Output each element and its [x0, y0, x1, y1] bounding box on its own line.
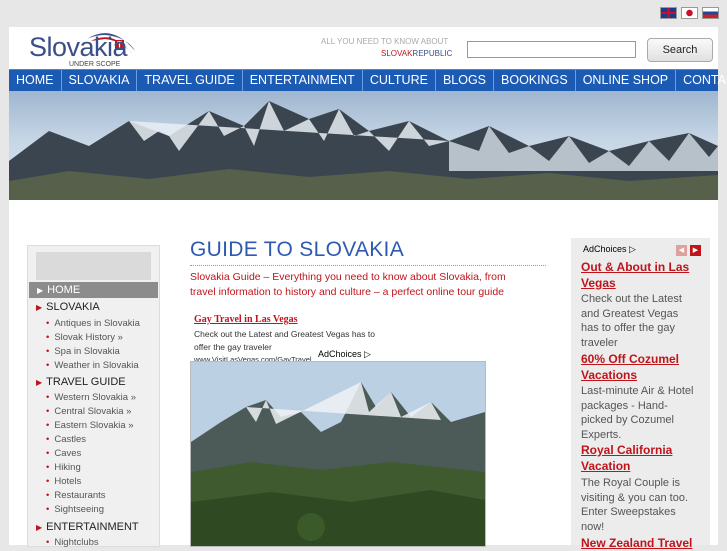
tagline-slovak: SLOVAK	[381, 49, 413, 58]
sidebar-section-label: ENTERTAINMENT	[46, 521, 139, 533]
sidebar-item[interactable]: • Hotels	[46, 476, 81, 487]
tagline-republic: REPUBLIC	[412, 49, 453, 58]
sidebar-item[interactable]: • Restaurants	[46, 490, 106, 501]
language-flags	[660, 7, 719, 19]
ad-body: The Royal Couple is visiting & you can t…	[581, 477, 689, 533]
sidebar-section-entertainment[interactable]: ▶ ENTERTAINMENT	[36, 521, 139, 533]
sidebar-item[interactable]: • Nightclubs	[46, 537, 99, 548]
logo-subtitle: UNDER SCOPE	[69, 61, 121, 68]
sidebar-item-label: Hiking	[54, 462, 81, 473]
sidebar-item-label: Sightseeing	[54, 504, 104, 515]
header: Slovakia UNDER SCOPE ALL YOU NEED TO KNO…	[9, 27, 718, 69]
bullet-icon: •	[46, 476, 50, 487]
sidebar-item-label: Weather in Slovakia	[54, 360, 139, 371]
sidebar-item-home[interactable]: ▶ HOME	[29, 282, 158, 298]
intro-text: Slovakia Guide – Everything you need to …	[190, 271, 506, 298]
ad-title-california[interactable]: Royal California Vacation	[581, 442, 701, 474]
sidebar-item-label: Nightclubs	[54, 537, 99, 548]
sidebar-section-slovakia[interactable]: ▶ SLOVAKIA	[36, 301, 100, 313]
adchoices-label[interactable]: AdChoices ▷	[583, 244, 636, 255]
english-flag-icon[interactable]	[660, 7, 677, 19]
bullet-icon: •	[46, 504, 50, 515]
sidebar-item[interactable]: • Castles	[46, 434, 86, 445]
mountain-banner	[9, 91, 718, 200]
nav-entertainment[interactable]: ENTERTAINMENT	[243, 70, 363, 91]
sidebar-item-label: Restaurants	[54, 490, 106, 501]
sidebar-item[interactable]: • Antiques in Slovakia	[46, 318, 140, 329]
search-input[interactable]	[467, 41, 636, 58]
bullet-icon: •	[46, 434, 50, 445]
ad-title-las-vegas[interactable]: Out & About in Las Vegas	[581, 259, 701, 291]
sidebar-item-label: Slovak History »	[54, 332, 123, 343]
site-logo[interactable]: Slovakia	[29, 32, 128, 63]
bullet-icon: •	[46, 462, 50, 473]
nav-culture[interactable]: CULTURE	[363, 70, 436, 91]
sidebar-item[interactable]: • Weather in Slovakia	[46, 360, 139, 371]
sidebar-item-label: Eastern Slovakia »	[54, 420, 134, 431]
bullet-icon: •	[46, 332, 50, 343]
sidebar: ▶ HOME ▶ SLOVAKIA • Antiques in Slovakia • S…	[27, 245, 160, 548]
sidebar-item-label: Central Slovakia »	[54, 406, 132, 417]
bullet-icon: •	[46, 360, 50, 371]
tagline-top: ALL YOU NEED TO KNOW ABOUT	[321, 37, 449, 46]
sidebar-item[interactable]: • Central Slovakia »	[46, 406, 131, 417]
sidebar-item[interactable]: • Eastern Slovakia »	[46, 420, 134, 431]
arrow-icon: ▶	[36, 523, 43, 532]
sidebar-item[interactable]: • Hiking	[46, 462, 81, 473]
main-nav: HOME SLOVAKIA TRAVEL GUIDE ENTERTAINMENT…	[9, 69, 727, 91]
bullet-icon: •	[46, 392, 50, 403]
arrow-icon: ▶	[37, 286, 44, 295]
sidebar-item[interactable]: • Spa in Slovakia	[46, 346, 120, 357]
nav-contact[interactable]: CONTACT	[676, 70, 727, 91]
nav-travel-guide[interactable]: TRAVEL GUIDE	[137, 70, 243, 91]
arrow-icon: ▶	[36, 378, 43, 387]
bullet-icon: •	[46, 490, 50, 501]
sidebar-section-travel-guide[interactable]: ▶ TRAVEL GUIDE	[36, 376, 126, 388]
mountain-banner-image	[9, 101, 718, 200]
japanese-flag-icon[interactable]	[681, 7, 698, 19]
sidebar-header-box	[36, 252, 151, 280]
bullet-icon: •	[46, 420, 50, 431]
tagline-bottom: SLOVAKREPUBLIC	[381, 49, 452, 58]
nav-slovakia[interactable]: SLOVAKIA	[62, 70, 138, 91]
mountain-photo-image	[191, 362, 485, 546]
adchoices-label[interactable]: AdChoices ▷	[316, 349, 373, 360]
sidebar-item-label: Antiques in Slovakia	[54, 318, 140, 329]
sidebar-item[interactable]: • Caves	[46, 448, 81, 459]
sidebar-home-label: HOME	[47, 284, 81, 296]
ad-title-new-zealand[interactable]: New Zealand Travel	[581, 535, 701, 551]
title-divider	[190, 265, 546, 266]
sidebar-section-label: TRAVEL GUIDE	[46, 376, 126, 388]
sidebar-item[interactable]: • Western Slovakia »	[46, 392, 136, 403]
sidebar-section-label: SLOVAKIA	[46, 301, 100, 313]
ad-body: Check out the Latest and Greatest Vegas …	[581, 293, 682, 349]
sidebar-item-label: Spa in Slovakia	[54, 346, 120, 357]
sidebar-item[interactable]: • Sightseeing	[46, 504, 104, 515]
bullet-icon: •	[46, 406, 50, 417]
sidebar-item-label: Western Slovakia »	[54, 392, 136, 403]
ad-title-cozumel[interactable]: 60% Off Cozumel Vacations	[581, 351, 701, 383]
arrow-icon: ▶	[36, 303, 43, 312]
page-title: GUIDE TO SLOVAKIA	[190, 238, 405, 261]
bullet-icon: •	[46, 318, 50, 329]
sidebar-item-label: Castles	[54, 434, 87, 445]
bullet-icon: •	[46, 537, 50, 548]
search-button[interactable]: Search	[647, 38, 713, 62]
nav-blogs[interactable]: BLOGS	[436, 70, 495, 91]
ad-link-title[interactable]: Gay Travel in Las Vegas	[194, 314, 298, 325]
next-arrow-icon[interactable]: ▶	[690, 245, 701, 256]
bullet-icon: •	[46, 346, 50, 357]
slovak-flag-icon[interactable]	[702, 7, 719, 19]
mountain-photo	[190, 361, 486, 547]
nav-online-shop[interactable]: ONLINE SHOP	[576, 70, 677, 91]
sidebar-item[interactable]: • Slovak History »	[46, 332, 123, 343]
ad-body: Last-minute Air & Hotel packages - Hand-…	[581, 385, 694, 441]
sidebar-item-label: Hotels	[54, 476, 82, 487]
nav-bookings[interactable]: BOOKINGS	[494, 70, 576, 91]
nav-home[interactable]: HOME	[9, 70, 62, 91]
sidebar-item-label: Caves	[54, 448, 82, 459]
bullet-icon: •	[46, 448, 50, 459]
prev-arrow-icon[interactable]: ◀	[676, 245, 687, 256]
